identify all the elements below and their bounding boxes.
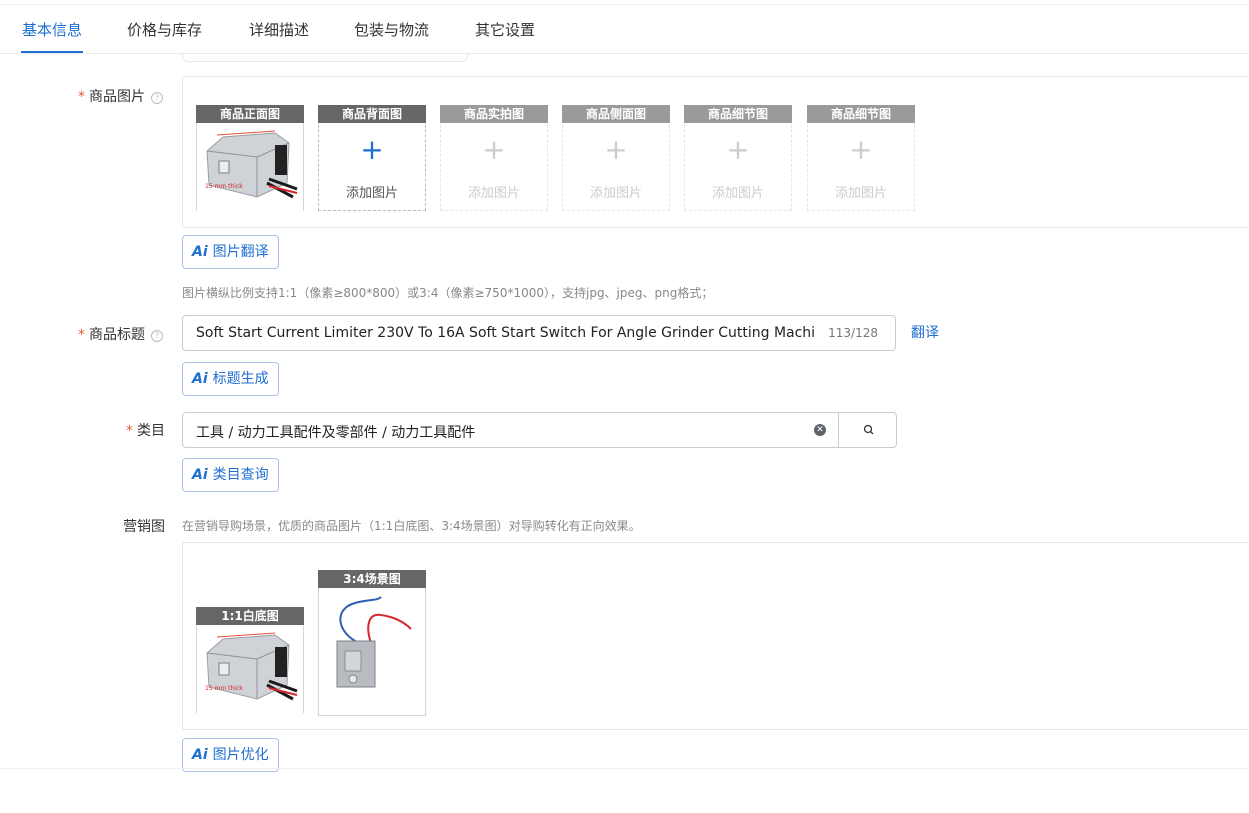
- tab-packaging[interactable]: 包装与物流: [354, 19, 429, 40]
- marketing-images-panel: 1:1白底图 15 mm thick 3:4场景图: [182, 542, 1249, 730]
- image-slot-side: 商品侧面图 + 添加图片: [562, 105, 670, 211]
- slot-title: 商品实拍图: [440, 105, 548, 123]
- ai-icon: Ai: [192, 747, 208, 763]
- tab-bar: 基本信息 价格与库存 详细描述 包装与物流 其它设置: [0, 5, 1249, 54]
- plus-icon: +: [849, 133, 873, 166]
- category-lookup-button[interactable]: Ai 类目查询: [182, 458, 279, 492]
- slot-title: 商品正面图: [196, 105, 304, 123]
- marketing-label: 营销图: [123, 519, 165, 535]
- thumbnail-caption: 15 mm thick: [205, 183, 243, 190]
- ai-icon: Ai: [192, 371, 208, 387]
- slot-title: 商品侧面图: [562, 105, 670, 123]
- search-icon: [863, 424, 874, 435]
- slot-title: 商品细节图: [807, 105, 915, 123]
- product-thumbnail: [197, 625, 303, 713]
- image-slot-back[interactable]: 商品背面图 + 添加图片: [318, 105, 426, 211]
- tab-basic-info[interactable]: 基本信息: [22, 19, 82, 40]
- plus-icon: +: [726, 133, 750, 166]
- slot-title: 商品细节图: [684, 105, 792, 123]
- thumbnail-caption: 15 mm thick: [205, 685, 243, 692]
- category-label: * 类目: [126, 423, 165, 439]
- plus-icon: +: [482, 133, 506, 166]
- product-thumbnail: [197, 123, 303, 211]
- image-optimize-button[interactable]: Ai 图片优化: [182, 738, 279, 772]
- add-image-text: 添加图片: [467, 186, 520, 201]
- slot-title: 商品背面图: [318, 105, 426, 123]
- marketing-hint: 在营销导购场景，优质的商品图片（1:1白底图、3:4场景图）对导购转化有正向效果…: [182, 519, 641, 533]
- tab-other-settings[interactable]: 其它设置: [475, 19, 535, 40]
- translate-link[interactable]: 翻译: [911, 322, 939, 342]
- category-value: 工具 / 动力工具配件及零部件 / 动力工具配件: [196, 425, 476, 441]
- question-circle-icon[interactable]: ?: [151, 92, 163, 104]
- char-counter: 113/128: [828, 326, 878, 340]
- image-slot-front[interactable]: 商品正面图 15 mm thick: [196, 105, 304, 211]
- add-image-text: 添加图片: [589, 186, 642, 201]
- image-slot-detail-1: 商品细节图 + 添加图片: [684, 105, 792, 211]
- product-title-input[interactable]: Soft Start Current Limiter 230V To 16A S…: [182, 315, 896, 351]
- add-image-text: 添加图片: [711, 186, 764, 201]
- image-slot-detail-2: 商品细节图 + 添加图片: [807, 105, 915, 211]
- add-image-text: 添加图片: [345, 186, 398, 201]
- title-generate-button[interactable]: Ai 标题生成: [182, 362, 279, 396]
- image-translate-button[interactable]: Ai 图片翻译: [182, 235, 279, 269]
- category-input[interactable]: 工具 / 动力工具配件及零部件 / 动力工具配件 ✕: [182, 412, 897, 448]
- add-image-text: 添加图片: [834, 186, 887, 201]
- active-tab-indicator: [21, 51, 83, 53]
- plus-icon: +: [360, 133, 384, 166]
- image-format-hint: 图片横纵比例支持1:1（像素≥800*800）或3:4（像素≥750*1000）…: [182, 286, 714, 300]
- tab-price-stock[interactable]: 价格与库存: [127, 19, 202, 40]
- question-circle-icon[interactable]: ?: [151, 330, 163, 342]
- product-images-label: * 商品图片?: [78, 86, 163, 106]
- plus-icon: +: [604, 133, 628, 166]
- tab-description[interactable]: 详细描述: [249, 19, 309, 40]
- product-thumbnail: [319, 589, 425, 715]
- title-input-value: Soft Start Current Limiter 230V To 16A S…: [196, 325, 816, 341]
- slot-title: 1:1白底图: [196, 607, 304, 625]
- product-title-label: * 商品标题?: [78, 324, 163, 344]
- clear-circle-icon[interactable]: ✕: [814, 424, 826, 436]
- slot-title: 3:4场景图: [318, 570, 426, 588]
- product-images-panel: 商品正面图 15 mm thick 商品背面图 + 添加图片 商品实拍图 + 添…: [182, 76, 1249, 228]
- image-slot-real-shot: 商品实拍图 + 添加图片: [440, 105, 548, 211]
- ai-icon: Ai: [192, 467, 208, 483]
- category-search-button[interactable]: [838, 412, 897, 448]
- previous-field-bottom: [182, 54, 468, 62]
- marketing-slot-scene[interactable]: 3:4场景图: [318, 570, 426, 716]
- ai-icon: Ai: [192, 244, 208, 260]
- marketing-slot-white-bg[interactable]: 1:1白底图 15 mm thick: [196, 607, 304, 713]
